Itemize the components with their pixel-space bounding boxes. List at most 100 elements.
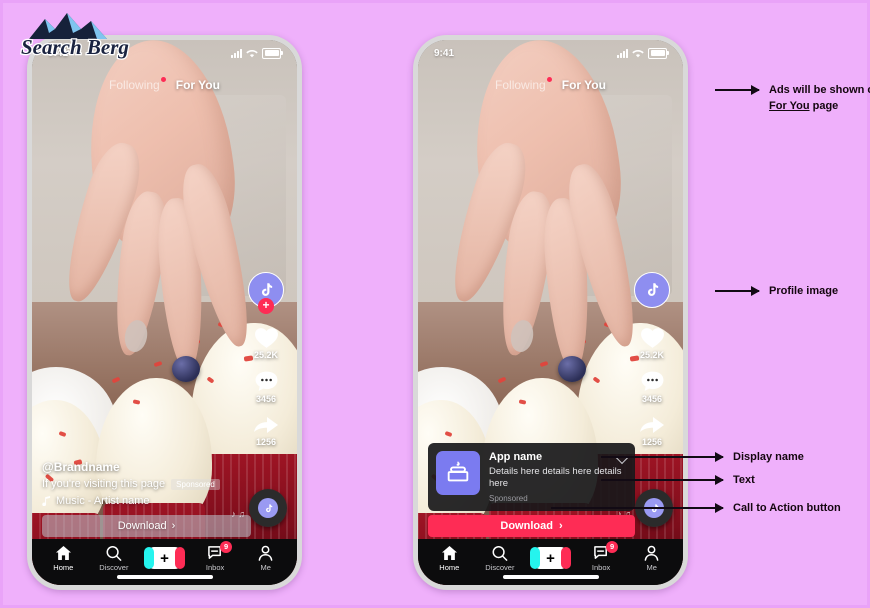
- new-content-dot-right: [546, 77, 552, 82]
- status-bar-right: 9:41: [418, 40, 683, 66]
- profile-avatar-right[interactable]: [634, 272, 670, 308]
- share-count-right: 1256: [641, 437, 663, 447]
- status-bar: 9:41: [32, 40, 297, 66]
- plus-create-icon-right[interactable]: +: [529, 547, 571, 569]
- annotation-arrow-1: [715, 85, 760, 95]
- tab-for-you[interactable]: For You: [176, 78, 220, 92]
- comment-action[interactable]: 3456: [254, 370, 279, 404]
- nav-item-discover-right[interactable]: Discover: [477, 545, 523, 572]
- annotation-text-4: Text: [733, 474, 755, 486]
- new-content-dot: [160, 77, 166, 82]
- nav-item-inbox[interactable]: 9 Inbox: [192, 540, 238, 572]
- brand-handle[interactable]: @Brandname: [42, 460, 239, 474]
- tab-following[interactable]: Following: [109, 77, 166, 92]
- share-arrow-icon: [254, 417, 278, 433]
- comment-icon-right: [641, 371, 663, 391]
- nav-label-inbox-right: Inbox: [591, 562, 611, 572]
- action-rail-left: + 25.2K 3456 1256: [243, 272, 289, 447]
- tab-following-right[interactable]: Following: [495, 77, 552, 92]
- annotation-ad-text: Text: [601, 473, 755, 489]
- comment-icon: [255, 371, 277, 391]
- nav-item-home-right[interactable]: Home: [426, 545, 472, 572]
- home-indicator-left: [116, 575, 213, 579]
- share-action-right[interactable]: 1256: [639, 414, 665, 447]
- home-icon: [55, 545, 71, 560]
- action-rail-right: 25.2K 3456 1256: [629, 272, 675, 447]
- nav-label-discover: Discover: [99, 562, 129, 572]
- nav-label-discover-right: Discover: [485, 562, 515, 572]
- cta-label-right: Download: [500, 520, 553, 532]
- heart-icon: [254, 328, 278, 348]
- like-action[interactable]: 25.2K: [254, 326, 279, 360]
- cta-chevron-left: ›: [171, 520, 176, 532]
- cta-download-button-right[interactable]: Download ›: [428, 515, 635, 537]
- nav-item-create[interactable]: +: [141, 547, 187, 569]
- post-caption-block: @Brandname If you're visiting this page …: [42, 460, 239, 507]
- annotation-line-1: Ads will be shown on: [769, 84, 870, 96]
- like-count: 25.2K: [253, 350, 279, 360]
- person-icon-right: [644, 545, 659, 561]
- nav-label-me: Me: [260, 562, 271, 572]
- annotation-profile-image: Profile image: [715, 284, 838, 300]
- annotation-ads-placement: Ads will be shown on For You page: [715, 83, 870, 115]
- profile-avatar[interactable]: +: [248, 272, 284, 314]
- feed-tabs-left: Following For You: [32, 74, 297, 96]
- follow-plus-badge[interactable]: +: [258, 298, 274, 314]
- annotation-arrow-5: [551, 503, 724, 513]
- nav-item-inbox-right[interactable]: 9 Inbox: [578, 540, 624, 572]
- annotation-text-3: Display name: [733, 451, 804, 463]
- nav-item-discover[interactable]: Discover: [91, 545, 137, 572]
- cta-label-left: Download: [117, 520, 167, 532]
- cta-download-button-left[interactable]: Download ›: [42, 515, 251, 537]
- wifi-icon-right: [632, 49, 644, 57]
- battery-icon-right: [648, 47, 669, 59]
- annotation-arrow-3: [601, 452, 724, 462]
- plus-create-icon[interactable]: +: [143, 547, 185, 569]
- phone-screen-left: 9:41 Following For You + 25.2K 3456 1256…: [32, 40, 297, 585]
- inbox-badge: 9: [220, 540, 233, 553]
- feed-tabs-right: Following For You: [418, 74, 683, 96]
- vinyl-record-icon: [265, 503, 272, 512]
- tab-for-you-right[interactable]: For You: [562, 78, 606, 92]
- search-icon-right: [492, 545, 508, 561]
- heart-icon-right: [640, 328, 664, 348]
- sponsored-badge: Sponsored: [171, 478, 220, 490]
- nav-item-me[interactable]: Me: [243, 545, 289, 572]
- comment-action-right[interactable]: 3456: [640, 370, 665, 404]
- status-time: 9:41: [48, 47, 69, 59]
- music-row[interactable]: Music - Artist name: [42, 495, 239, 507]
- battery-icon: [262, 47, 283, 59]
- annotation-arrow-4: [601, 475, 724, 485]
- like-count-right: 25.2K: [639, 350, 665, 360]
- music-disc[interactable]: [249, 489, 287, 527]
- cta-chevron-right: ›: [558, 520, 563, 532]
- poster-canvas: Search Berg 9:41 Following For You + 25.…: [0, 0, 870, 608]
- annotation-cta-button: Call to Action button: [551, 501, 841, 517]
- share-count: 1256: [255, 437, 277, 447]
- nav-item-me-right[interactable]: Me: [629, 545, 675, 572]
- nav-item-create-right[interactable]: +: [527, 547, 573, 569]
- annotation-text-2: Profile image: [769, 285, 839, 297]
- home-indicator-right: [502, 575, 599, 579]
- description-text: If you're visiting this page: [42, 478, 166, 490]
- annotation-text-5: Call to Action button: [733, 502, 841, 514]
- tiktok-note-icon: [261, 283, 273, 296]
- tiktok-note-icon-right: [647, 283, 659, 296]
- phone-organic-post: 9:41 Following For You + 25.2K 3456 1256…: [27, 35, 302, 590]
- nav-label-home: Home: [53, 562, 74, 572]
- music-label: Music - Artist name: [56, 495, 150, 507]
- app-icon-tile: [436, 451, 480, 496]
- share-action[interactable]: 1256: [253, 414, 279, 447]
- like-action-right[interactable]: 25.2K: [640, 326, 665, 360]
- wifi-icon: [246, 49, 258, 57]
- nav-item-home[interactable]: Home: [40, 545, 86, 572]
- nav-label-me-right: Me: [646, 562, 657, 572]
- home-icon-right: [441, 545, 457, 560]
- nav-label-home-right: Home: [439, 562, 460, 572]
- cake-icon: [447, 461, 469, 482]
- annotation-line-2: page: [809, 99, 839, 112]
- signal-bars-icon-right: [617, 48, 628, 58]
- comment-count: 3456: [255, 394, 277, 404]
- status-time-right: 9:41: [434, 47, 455, 59]
- inbox-badge-right: 9: [606, 540, 619, 553]
